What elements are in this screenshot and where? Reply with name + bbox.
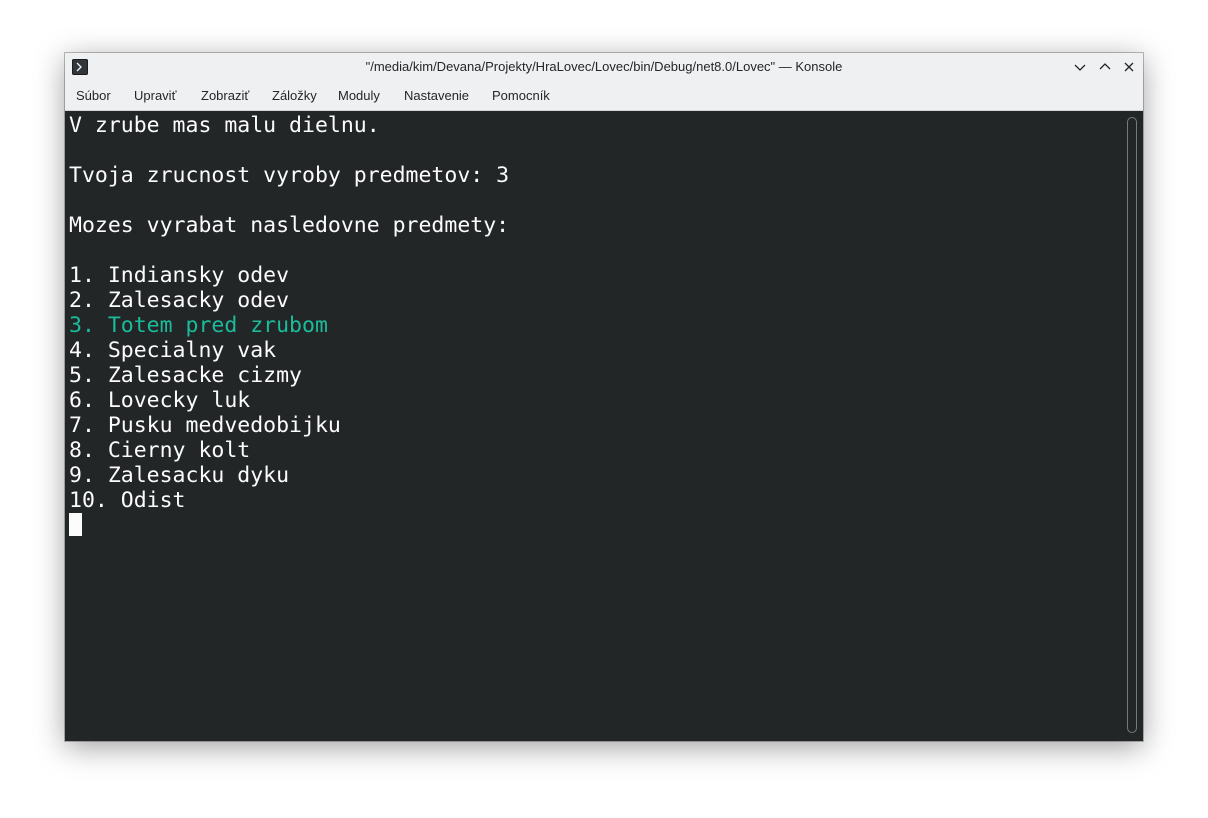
chevron-up-icon [1099,63,1111,70]
chevron-down-icon [1074,64,1086,71]
minimize-button[interactable] [1070,57,1090,77]
scrollbar[interactable] [1127,117,1137,733]
menu-pomocnik[interactable]: Pomocník [492,81,550,110]
terminal-line: V zrube mas malu dielnu. [69,113,380,138]
maximize-button[interactable] [1095,57,1115,77]
terminal-area[interactable]: V zrube mas malu dielnu. Tvoja zrucnost … [65,111,1143,741]
menu-option: 8. Cierny kolt [69,438,251,463]
close-button[interactable] [1119,57,1139,77]
menu-option: 6. Lovecky luk [69,388,251,413]
menu-option: 4. Specialny vak [69,338,277,363]
menu-option: 9. Zalesacku dyku [69,463,290,488]
menu-zalozky[interactable]: Záložky [272,81,317,110]
menu-subor[interactable]: Súbor [76,81,111,110]
menu-option: 1. Indiansky odev [69,263,290,288]
menu-option: 7. Pusku medvedobijku [69,413,341,438]
menu-option-highlighted: 3. Totem pred zrubom [69,313,328,338]
text-cursor [69,513,82,536]
menu-moduly[interactable]: Moduly [338,81,380,110]
terminal-icon[interactable] [72,59,88,75]
konsole-window: "/media/kim/Devana/Projekty/HraLovec/Lov… [65,53,1143,741]
close-icon [1124,62,1134,72]
title-bar[interactable]: "/media/kim/Devana/Projekty/HraLovec/Lov… [65,53,1143,81]
menu-bar: Súbor Upraviť Zobraziť Záložky Moduly Na… [65,81,1143,111]
menu-nastavenie[interactable]: Nastavenie [404,81,469,110]
menu-option: 10. Odist [69,488,186,513]
menu-zobrazit[interactable]: Zobraziť [201,81,249,110]
menu-option: 5. Zalesacke cizmy [69,363,302,388]
terminal-line: Tvoja zrucnost vyroby predmetov: 3 [69,163,510,188]
window-title: "/media/kim/Devana/Projekty/HraLovec/Lov… [365,59,843,74]
menu-upravit[interactable]: Upraviť [134,81,176,110]
menu-option: 2. Zalesacky odev [69,288,290,313]
terminal-line: Mozes vyrabat nasledovne predmety: [69,213,510,238]
